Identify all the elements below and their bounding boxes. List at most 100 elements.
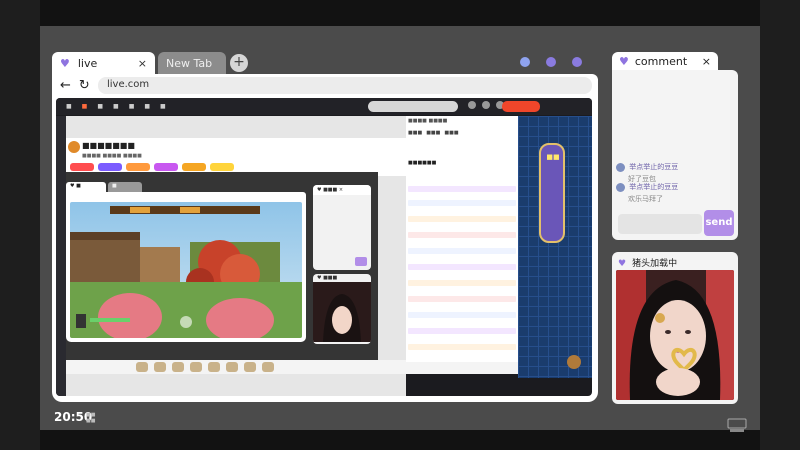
site-nav: ■ ■ ■ ■ ■ ■ ■: [56, 103, 166, 110]
heart-icon: ♥: [619, 54, 629, 68]
left-letterbox: [0, 0, 40, 450]
webcam-feed: [616, 270, 734, 400]
close-tab-icon[interactable]: ×: [138, 57, 147, 70]
send-button[interactable]: send: [704, 210, 734, 236]
nested-tab-strip: ♥ ■ ■: [66, 182, 296, 192]
gift-icon[interactable]: [172, 362, 184, 372]
nested-tab-new: ■: [108, 182, 142, 192]
gift-icon[interactable]: [208, 362, 220, 372]
reload-icon[interactable]: ↻: [79, 78, 90, 93]
gift-icon[interactable]: [190, 362, 202, 372]
chat-line: [408, 328, 516, 334]
bottom-bar: [40, 430, 760, 450]
top-bar: [40, 0, 760, 26]
room-title: ■■■■■■■: [82, 141, 135, 150]
window-dots: [520, 57, 582, 67]
nested-send-button: [355, 257, 367, 266]
badge[interactable]: [154, 163, 178, 171]
webcam-image: [616, 270, 734, 400]
streamer-avatar[interactable]: [68, 141, 80, 153]
site-header-icons: [468, 101, 504, 109]
site-nav-item[interactable]: ■: [97, 103, 103, 110]
gift-list: [136, 362, 274, 372]
event-card-label: ■■: [546, 153, 560, 161]
gift-icon[interactable]: [262, 362, 274, 372]
site-nav-item[interactable]: ■: [160, 103, 166, 110]
download-icon[interactable]: [482, 101, 490, 109]
plus-icon[interactable]: +: [230, 54, 248, 72]
comment-body: 举点举止的豆豆 好了豆包 举点举止的豆豆 欢乐马拜了 send: [612, 70, 738, 240]
comment-input[interactable]: [618, 214, 702, 234]
back-arrow-icon[interactable]: ←: [60, 78, 71, 93]
tab-strip: ♥ live × New Tab +: [52, 52, 598, 74]
comment-panel: ♥ comment × 举点举止的豆豆 好了豆包 举点举止的豆豆 欢乐马拜了 s…: [612, 52, 738, 240]
game-scene: [70, 202, 302, 338]
chat-tab[interactable]: ■■■: [426, 130, 440, 140]
right-letterbox: [760, 0, 800, 450]
browser-window: ♥ live × New Tab + ← ↻ live.com ■ ■ ■ ■ …: [52, 52, 598, 402]
badge[interactable]: [126, 163, 150, 171]
tab-label: New Tab: [166, 56, 213, 70]
heart-icon: ♥: [618, 259, 627, 269]
comment-user: 举点举止的豆豆: [629, 183, 679, 191]
comment-title: comment: [634, 54, 688, 68]
site-nav-item[interactable]: ■: [82, 103, 88, 110]
avatar: [616, 162, 625, 172]
chat-tab[interactable]: ■■■: [408, 130, 422, 140]
room-badges: [70, 163, 234, 171]
chat-line: [408, 344, 516, 350]
page-viewport: ■ ■ ■ ■ ■ ■ ■ ■■■■■■■ ■■■■ ■■■■ ■■■■ ♥ ■…: [56, 98, 592, 396]
chat-line: [408, 248, 516, 254]
browser-chrome: ← ↻ live.com ■ ■ ■ ■ ■ ■ ■ ■■■■■■■ ■■■■ …: [52, 74, 598, 402]
badge[interactable]: [70, 163, 94, 171]
address-bar[interactable]: live.com: [98, 77, 592, 94]
chat-line: [408, 264, 516, 270]
site-nav-item[interactable]: ■: [129, 103, 135, 110]
chat-line: [408, 312, 516, 318]
gift-icon[interactable]: [244, 362, 256, 372]
chat-header: ■■■■ ■■■■: [408, 118, 448, 124]
tab-new-tab[interactable]: New Tab: [158, 52, 226, 74]
chat-line: [408, 200, 516, 206]
tab-live[interactable]: ♥ live ×: [52, 52, 155, 74]
site-nav-item[interactable]: ■: [66, 103, 72, 110]
badge[interactable]: [210, 163, 234, 171]
comment-tab[interactable]: ♥ comment ×: [612, 52, 718, 70]
chat-anchor: ■■■■■■: [408, 160, 437, 166]
site-nav-item[interactable]: ■: [113, 103, 119, 110]
nested-comment-header: ♥ ■■■ ×: [313, 185, 371, 195]
chat-line: [408, 186, 516, 192]
nested-comment-panel: ♥ ■■■ ×: [313, 185, 371, 270]
comment-text: 欢乐马拜了: [628, 195, 663, 203]
chat-tab[interactable]: ■■■: [444, 130, 458, 140]
nav-buttons: ← ↻: [60, 78, 90, 93]
site-search-input[interactable]: [368, 101, 458, 112]
nested-tab-live: ♥ ■: [66, 182, 106, 192]
comment-message: 举点举止的豆豆 欢乐马拜了: [616, 182, 678, 204]
dot-icon: [520, 57, 530, 67]
close-icon[interactable]: ×: [702, 55, 711, 68]
floating-button[interactable]: [567, 355, 581, 369]
gift-icon[interactable]: [154, 362, 166, 372]
history-icon[interactable]: [468, 101, 476, 109]
nested-cam-panel: ♥ ■■■: [313, 274, 371, 344]
site-chat-panel: ■■■■ ■■■■ ■■■ ■■■ ■■■ ■■■■■■: [406, 116, 518, 362]
watermark-logo: [724, 418, 750, 434]
chat-line: [408, 296, 516, 302]
cam-title: ♥ 猪头加载中: [618, 256, 677, 269]
gift-icon[interactable]: [136, 362, 148, 372]
comment-user: 举点举止的豆豆: [629, 163, 679, 171]
gift-icon[interactable]: [226, 362, 238, 372]
nested-cam-header: ♥ ■■■: [317, 275, 338, 281]
avatar: [616, 182, 625, 192]
comment-message: 举点举止的豆豆 好了豆包: [616, 162, 678, 184]
cam-title-text: 猪头加载中: [632, 259, 678, 269]
heart-icon: ♥: [60, 56, 70, 70]
chat-line: [408, 232, 516, 238]
badge[interactable]: [98, 163, 122, 171]
dot-icon: [572, 57, 582, 67]
site-nav-item[interactable]: ■: [144, 103, 150, 110]
login-button[interactable]: [502, 101, 540, 112]
room-meta: ■■■■ ■■■■ ■■■■: [82, 153, 142, 159]
badge[interactable]: [182, 163, 206, 171]
